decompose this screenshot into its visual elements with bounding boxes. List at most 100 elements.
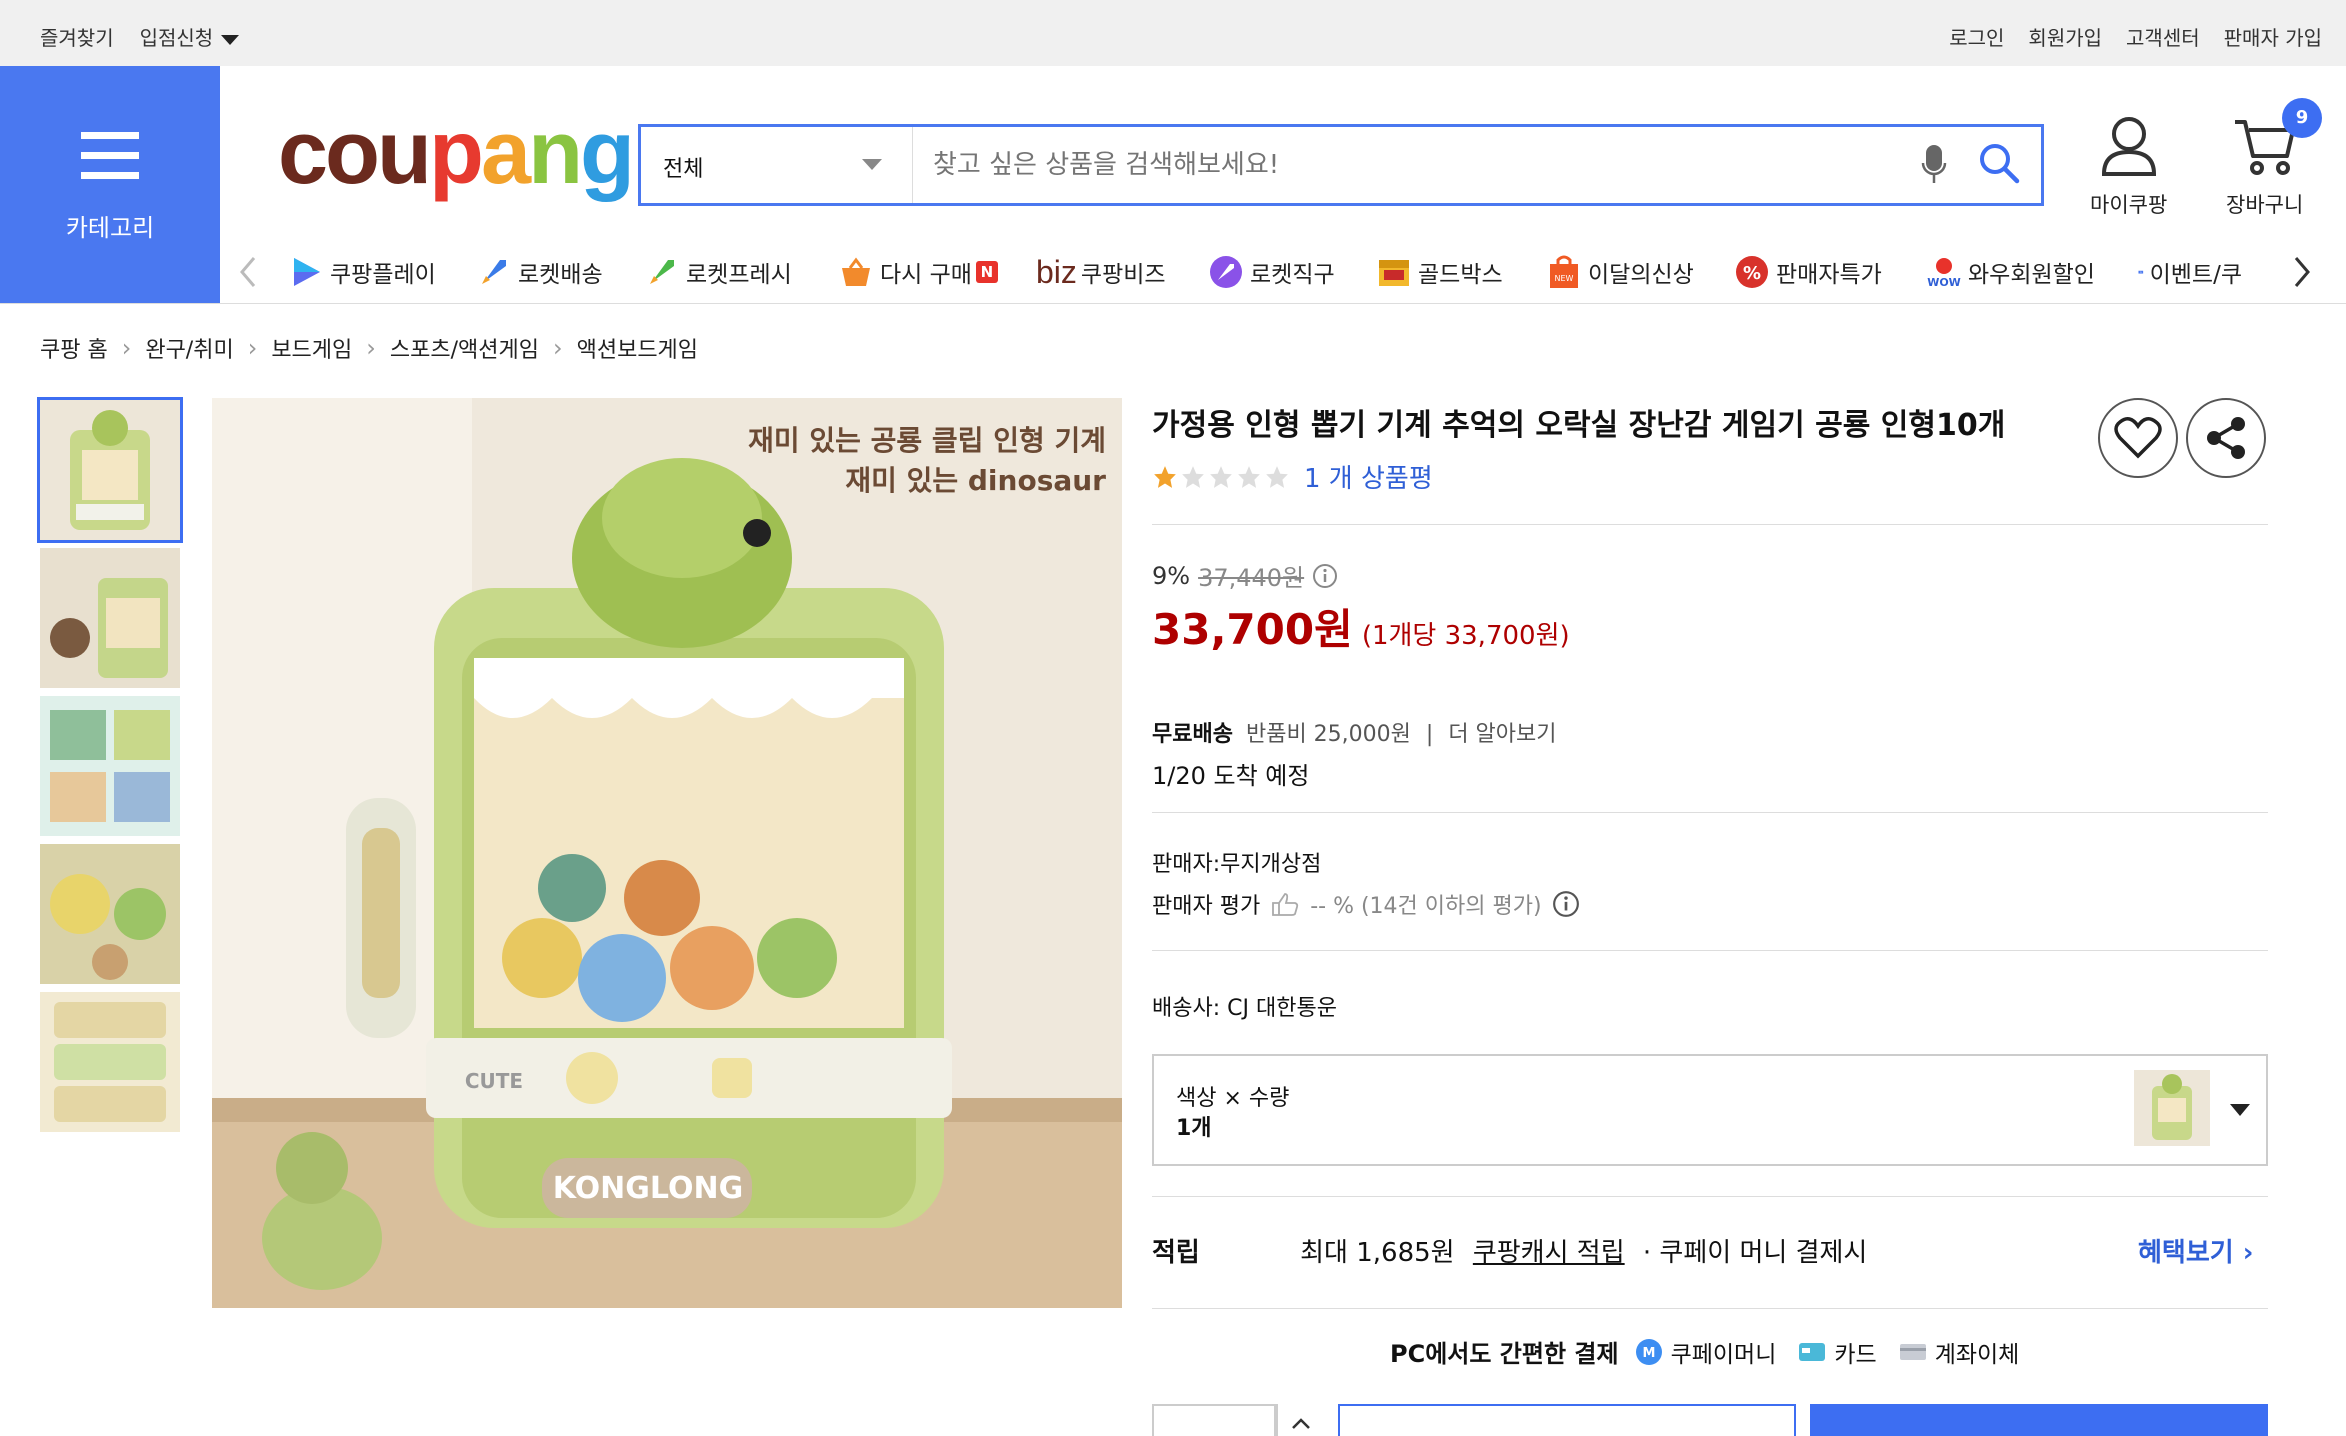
chevron-right-icon: ›: [121, 334, 132, 362]
learn-more-link[interactable]: 더 알아보기: [1448, 722, 1556, 747]
price-row: 33,700원 (1개당 33,700원): [1152, 596, 1570, 657]
pay-option-bank: 계좌이체: [1934, 1341, 2020, 1368]
shortcut-coupang-play[interactable]: 쿠팡플레이: [288, 254, 436, 290]
reward-amount: 최대 1,685원: [1300, 1238, 1455, 1268]
star-empty-icon: [1210, 465, 1232, 488]
customer-center-link[interactable]: 고객센터: [2126, 22, 2200, 51]
shortcut-rocket-direct[interactable]: 로켓직구: [1208, 254, 1335, 290]
user-icon: [2101, 117, 2156, 176]
benefit-link[interactable]: 혜택보기 ›: [2138, 1232, 2253, 1269]
divider: [1152, 524, 2268, 525]
option-select[interactable]: 색상 × 수량 1개: [1152, 1054, 2268, 1166]
search-category-value: 전체: [663, 157, 704, 182]
new-bag-icon: NEW: [1550, 255, 1578, 288]
product-thumbnail[interactable]: [40, 696, 180, 836]
shortcut-wow-discount[interactable]: WOW 와우회원할인: [1926, 254, 2095, 290]
benefit-link-label: 혜택보기: [2138, 1238, 2234, 1268]
chevron-right-icon: ›: [366, 334, 376, 362]
nav-next-arrow[interactable]: [2292, 254, 2312, 290]
seller-apply-menu[interactable]: 입점신청: [140, 22, 240, 51]
shortcut-goldbox[interactable]: 골드박스: [1376, 254, 1503, 290]
product-thumbnail[interactable]: [40, 548, 180, 688]
mypage-label: 마이쿠팡: [2090, 193, 2168, 217]
stepper-divider: [1276, 1404, 1278, 1436]
top-utility-bar: 즐겨찾기 입점신청 로그인 회원가입 고객센터 판매자 가입: [0, 0, 2346, 66]
info-icon[interactable]: [1552, 890, 1580, 918]
sale-price: 33,700원: [1152, 605, 1353, 654]
star-empty-icon: [1182, 465, 1204, 488]
divider: [1152, 1308, 2268, 1309]
quantity-stepper[interactable]: [1152, 1404, 1310, 1436]
shortcut-rocket-delivery[interactable]: 로켓배송: [476, 254, 603, 290]
shortcut-events[interactable]: % 이벤트/쿠: [2138, 254, 2242, 290]
search-icon[interactable]: [1977, 141, 2021, 189]
free-shipping-label: 무료배송: [1152, 722, 1233, 747]
option-thumbnail: [2134, 1070, 2210, 1146]
breadcrumb-item[interactable]: 스포츠/액션게임: [390, 332, 539, 364]
shortcut-label: 로켓직구: [1250, 262, 1335, 288]
product-thumbnail[interactable]: [40, 844, 180, 984]
reward-condition: · 쿠페이 머니 결제시: [1642, 1238, 1868, 1268]
svg-text:M: M: [1642, 1346, 1655, 1361]
nav-prev-arrow[interactable]: [238, 254, 258, 290]
rocket-direct-icon: [1210, 256, 1242, 288]
coupang-cash-link[interactable]: 쿠팡캐시 적립: [1473, 1238, 1625, 1268]
shortcut-coupang-biz[interactable]: biz 쿠팡비즈: [1036, 254, 1166, 290]
review-count-link[interactable]: 1 개 상품평: [1304, 458, 1433, 495]
shortcut-seller-deals[interactable]: % 판매자특가: [1734, 254, 1882, 290]
basket-icon: [842, 257, 870, 286]
main-product-image[interactable]: 재미 있는 공룡 클립 인형 기계 재미 있는 dinosaur KONGLON…: [212, 398, 1122, 1308]
microphone-icon[interactable]: [1921, 143, 1947, 191]
favorites-link[interactable]: 즐겨찾기: [40, 22, 114, 51]
star-rating: [1152, 464, 1290, 490]
coupang-logo[interactable]: coupang: [278, 108, 635, 198]
product-thumbnail[interactable]: [37, 397, 183, 543]
image-cute-text: CUTE: [465, 1069, 523, 1093]
rocket-fresh-icon: [650, 260, 674, 284]
product-title: 가정용 인형 뽑기 기계 추억의 오락실 장난감 게임기 공룡 인형10개: [1152, 408, 2006, 443]
shortcut-new-arrivals[interactable]: NEW 이달의신상: [1546, 254, 1694, 290]
coupon-icon: %: [2138, 270, 2144, 274]
shortcut-label: 로켓프레시: [686, 262, 792, 288]
chevron-right-icon: [2294, 257, 2310, 287]
option-label: 색상 × 수량: [1176, 1086, 1290, 1111]
buy-now-button[interactable]: [1810, 1404, 2268, 1436]
reward-label: 적립: [1152, 1238, 1200, 1268]
mypage-button[interactable]: 마이쿠팡: [2090, 114, 2167, 219]
seller-name[interactable]: 판매자:무지개상점: [1152, 846, 1321, 878]
chevron-left-icon: [240, 257, 256, 287]
product-thumbnail[interactable]: [40, 992, 180, 1132]
percent-icon: %: [1736, 256, 1768, 288]
return-fee: 반품비 25,000원: [1245, 722, 1411, 747]
info-icon[interactable]: [1312, 563, 1338, 589]
add-to-cart-button[interactable]: [1338, 1404, 1796, 1436]
divider: [1152, 950, 2268, 951]
breadcrumb-item[interactable]: 쿠팡 홈: [40, 332, 108, 364]
seller-signup-link[interactable]: 판매자 가입: [2224, 22, 2322, 51]
shortcut-label: 쿠팡플레이: [330, 262, 436, 288]
chevron-down-icon: [2230, 1104, 2250, 1116]
shortcut-rocket-fresh[interactable]: 로켓프레시: [644, 254, 792, 290]
share-button[interactable]: [2186, 398, 2266, 478]
login-link[interactable]: 로그인: [1949, 22, 2004, 51]
shortcut-rebuy[interactable]: 다시 구매 N: [838, 254, 998, 290]
chevron-down-icon: [221, 34, 240, 45]
rocket-icon: [482, 260, 506, 284]
search-category-select[interactable]: 전체: [641, 127, 913, 203]
breadcrumb-item[interactable]: 보드게임: [271, 332, 352, 364]
search-input[interactable]: [933, 145, 1873, 185]
breadcrumb-item[interactable]: 완구/취미: [145, 332, 233, 364]
play-icon: [294, 258, 320, 286]
shortcut-label: 판매자특가: [1776, 262, 1882, 288]
signup-link[interactable]: 회원가입: [2028, 22, 2102, 51]
shipping-row: 무료배송 반품비 25,000원 | 더 알아보기: [1152, 716, 1557, 748]
biz-icon: biz: [1036, 253, 1077, 290]
favorite-button[interactable]: [2098, 398, 2178, 478]
chevron-up-icon[interactable]: [1290, 1416, 1312, 1430]
category-button[interactable]: 카테고리: [0, 66, 220, 304]
arrival-date: 1/20 도착 예정: [1152, 762, 1310, 790]
breadcrumb-item[interactable]: 액션보드게임: [577, 332, 698, 364]
svg-text:%: %: [1743, 263, 1761, 284]
image-caption-line2: 재미 있는 dinosaur: [845, 464, 1106, 497]
chevron-right-icon: ›: [552, 334, 563, 362]
